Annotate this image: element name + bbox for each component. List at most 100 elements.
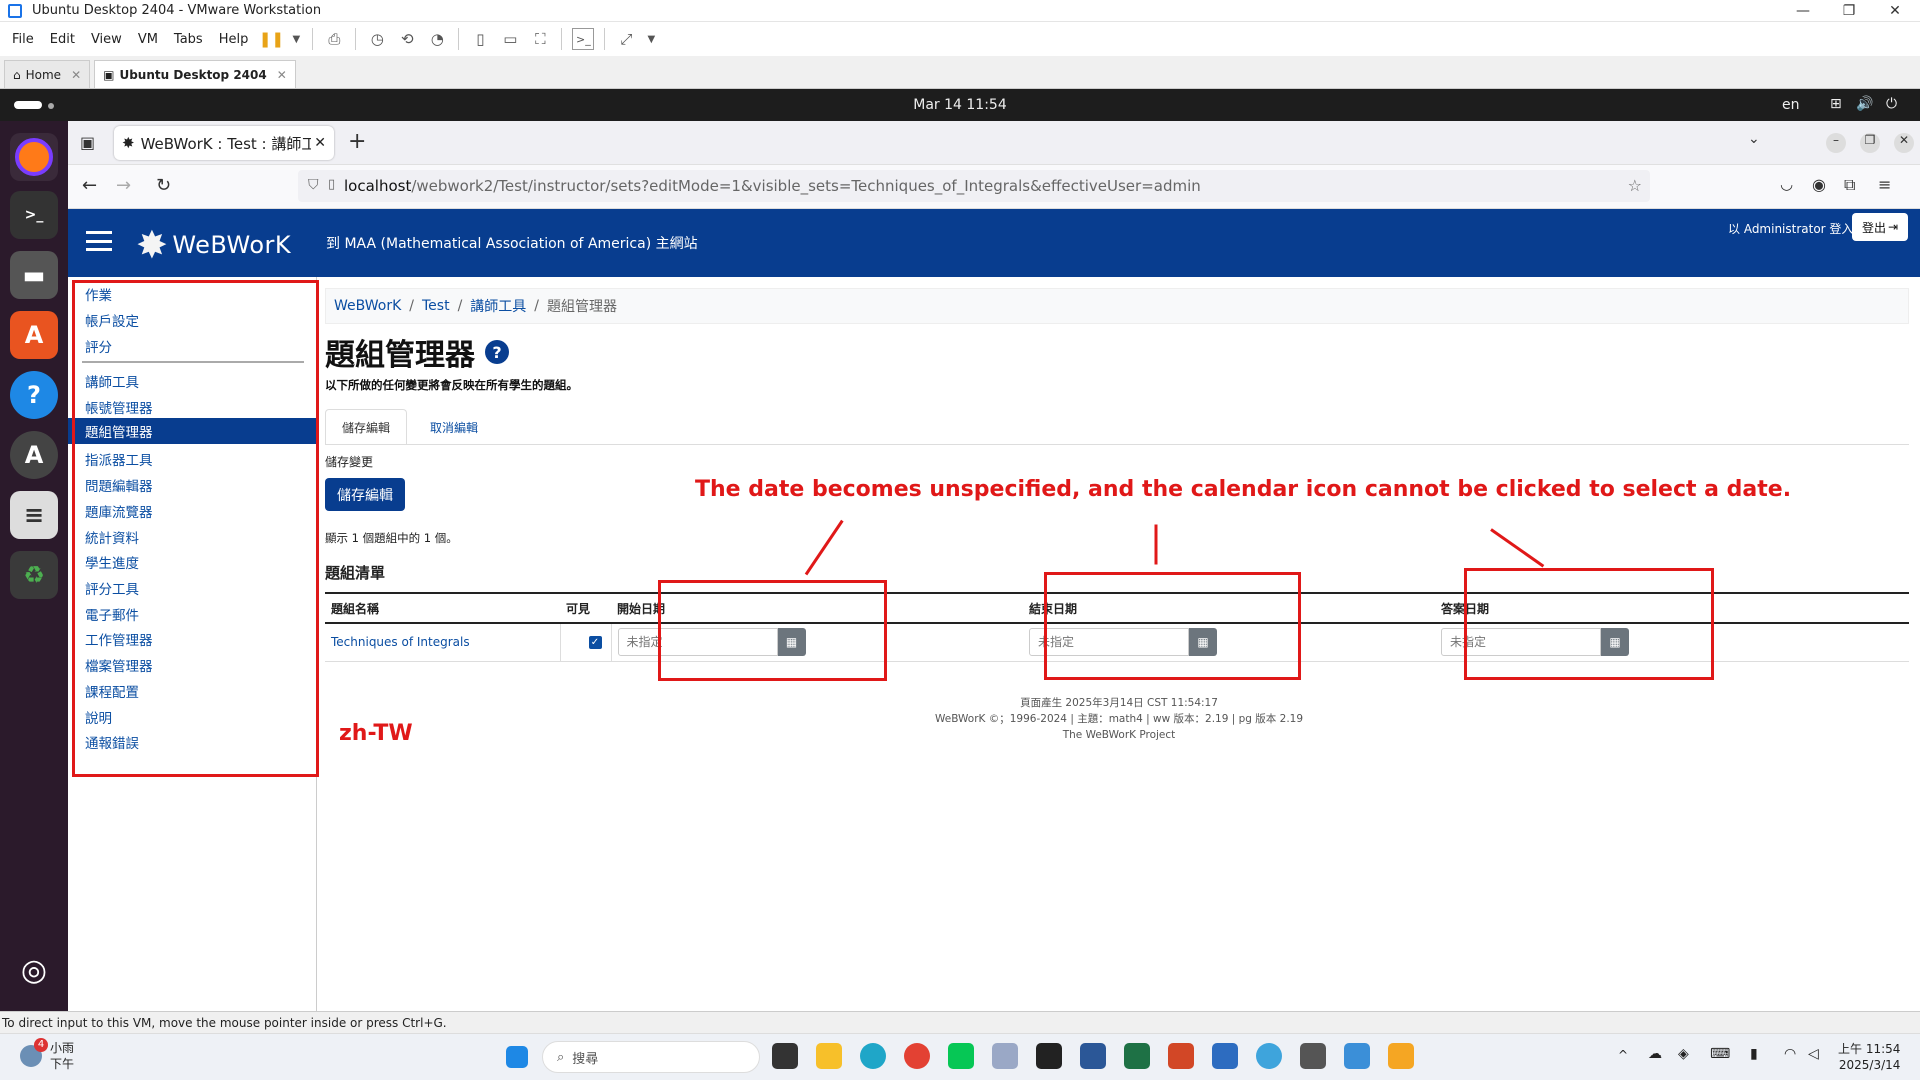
sidebar-toggle-icon[interactable]: ▯ — [469, 28, 491, 50]
excel-icon[interactable] — [1124, 1043, 1150, 1069]
tray-app-icon[interactable]: ◈ — [1678, 1046, 1689, 1062]
menu-icon[interactable]: ≡ — [1878, 175, 1891, 194]
close-icon[interactable]: ✕ — [277, 68, 287, 82]
extensions-icon[interactable]: ⧉ — [1844, 175, 1855, 195]
menu-file[interactable]: File — [4, 32, 42, 47]
close-icon[interactable]: ✕ — [1872, 0, 1918, 22]
thumbnail-bar-icon[interactable]: ▭ — [499, 28, 521, 50]
visible-checkbox[interactable]: ✓ — [588, 635, 602, 649]
snapshot-icon[interactable]: ◷ — [366, 28, 388, 50]
shield-icon[interactable]: ⛉ — [308, 177, 319, 193]
console-icon[interactable]: >_ — [572, 28, 595, 50]
weather-widget[interactable]: 4 小雨 下午 — [20, 1038, 74, 1072]
page-info-icon[interactable]: ▯ — [328, 177, 335, 192]
maa-site-link[interactable]: 到 MAA (Mathematical Association of Ameri… — [326, 233, 698, 253]
fullscreen-icon[interactable]: ⛶ — [529, 28, 551, 50]
pause-icon[interactable]: ❚❚ — [259, 28, 284, 50]
snapshot-manager-icon[interactable]: ◔ — [426, 28, 448, 50]
chevron-down-icon[interactable]: ▼ — [290, 28, 302, 50]
header-visible[interactable]: 可見 — [560, 592, 611, 624]
input-language[interactable]: en — [1782, 97, 1800, 113]
menu-help[interactable]: Help — [211, 32, 257, 47]
windows-start-icon[interactable] — [506, 1046, 528, 1068]
tray-ime-icon[interactable]: ⌨ — [1710, 1046, 1730, 1062]
chevron-down-icon[interactable]: ▼ — [645, 28, 657, 50]
breadcrumb-test[interactable]: Test — [422, 298, 450, 314]
minimize-icon[interactable]: — — [1780, 0, 1826, 22]
stretch-icon[interactable]: ⤢ — [615, 28, 637, 50]
logout-button[interactable]: 登出 ⇥ — [1852, 213, 1908, 241]
task-view-icon[interactable] — [772, 1043, 798, 1069]
pocket-icon[interactable]: ◡ — [1780, 175, 1793, 193]
breadcrumb-instructor-tools[interactable]: 講師工具 — [470, 296, 526, 316]
menu-tabs[interactable]: Tabs — [166, 32, 211, 47]
close-icon[interactable]: ✕ — [1894, 133, 1914, 153]
app-icon[interactable] — [1256, 1043, 1282, 1069]
volume-icon[interactable]: 🔊 — [1856, 96, 1873, 112]
send-ctrl-alt-del-icon[interactable]: ⎙ — [323, 28, 345, 50]
wifi-icon[interactable]: ◠ — [1784, 1046, 1796, 1062]
account-icon[interactable]: ◉ — [1812, 175, 1826, 194]
app-icon[interactable] — [1036, 1043, 1062, 1069]
tray-clock[interactable]: 上午 11:54 2025/3/14 — [1838, 1041, 1900, 1073]
software-updater-icon[interactable]: A — [10, 431, 58, 479]
new-tab-button[interactable]: + — [348, 129, 366, 154]
menu-edit[interactable]: Edit — [42, 32, 83, 47]
close-icon[interactable]: ✕ — [71, 68, 81, 82]
bookmark-star-icon[interactable]: ☆ — [1628, 176, 1642, 195]
tab-home[interactable]: ⌂ Home ✕ — [4, 60, 91, 88]
trash-icon[interactable]: ♻ — [10, 551, 58, 599]
restore-icon[interactable]: ❐ — [1860, 133, 1880, 153]
tray-onedrive-icon[interactable]: ☁ — [1648, 1046, 1662, 1062]
restore-icon[interactable]: ❐ — [1826, 0, 1872, 22]
taskbar-search[interactable]: ⌕ 搜尋 — [542, 1041, 760, 1073]
firefox-icon[interactable] — [10, 133, 58, 181]
browser-tab-webwork[interactable]: ✸ WeBWorK : Test : 講師工具 ✕ — [114, 126, 334, 160]
chrome-icon[interactable] — [904, 1043, 930, 1069]
network-icon[interactable]: ⊞ — [1830, 96, 1842, 112]
footer-project[interactable]: The WeBWorK Project — [318, 727, 1920, 743]
word-icon[interactable] — [1080, 1043, 1106, 1069]
list-tabs-icon[interactable]: ⌄ — [1748, 131, 1760, 147]
tray-chevron-icon[interactable]: ^ — [1618, 1048, 1628, 1062]
save-edit-button[interactable]: 儲存編輯 — [325, 478, 405, 511]
menu-view[interactable]: View — [83, 32, 130, 47]
tab-cancel-edit[interactable]: 取消編輯 — [413, 409, 495, 445]
text-editor-icon[interactable]: ≡ — [10, 491, 58, 539]
line-icon[interactable] — [948, 1043, 974, 1069]
powerpoint-icon[interactable] — [1168, 1043, 1194, 1069]
help-app-icon[interactable]: ? — [10, 371, 58, 419]
speaker-icon[interactable]: ◁ — [1808, 1046, 1819, 1062]
reload-icon[interactable]: ↻ — [156, 175, 171, 196]
files-icon[interactable]: ▬ — [10, 251, 58, 299]
calculator-icon[interactable] — [1300, 1043, 1326, 1069]
help-icon[interactable]: ? — [485, 340, 509, 364]
terminal-icon[interactable]: >_ — [10, 191, 58, 239]
url-bar[interactable]: ⛉ ▯ localhost /webwork2/Test/instructor/… — [298, 170, 1650, 202]
app-icon[interactable] — [1344, 1043, 1370, 1069]
forward-icon[interactable]: → — [116, 175, 131, 196]
breadcrumb-webwork[interactable]: WeBWorK — [334, 298, 401, 314]
tab-ubuntu-desktop[interactable]: ▣ Ubuntu Desktop 2404 ✕ — [94, 60, 296, 88]
tab-save-edit[interactable]: 儲存編輯 — [325, 409, 407, 445]
app-center-icon[interactable]: A — [10, 311, 58, 359]
revert-snapshot-icon[interactable]: ⟲ — [396, 28, 418, 50]
tray-app-icon[interactable]: ▮ — [1750, 1046, 1758, 1062]
show-apps-icon[interactable]: ◎ — [10, 946, 58, 994]
webwork-logo[interactable]: ✸ WeBWorK — [136, 223, 291, 267]
close-icon[interactable]: ✕ — [314, 135, 326, 151]
hamburger-menu-icon[interactable] — [86, 231, 112, 251]
tab-overview-icon[interactable]: ▣ — [80, 133, 95, 152]
minimize-icon[interactable]: – — [1826, 133, 1846, 153]
notepad-icon[interactable] — [1212, 1043, 1238, 1069]
app-icon[interactable] — [992, 1043, 1018, 1069]
set-name-link[interactable]: Techniques of Integrals — [325, 623, 561, 662]
vmware-taskbar-icon[interactable] — [1388, 1043, 1414, 1069]
file-explorer-icon[interactable] — [816, 1043, 842, 1069]
menu-vm[interactable]: VM — [130, 32, 166, 47]
header-set-name[interactable]: 題組名稱 — [325, 592, 560, 624]
edge-icon[interactable] — [860, 1043, 886, 1069]
ubuntu-clock[interactable]: Mar 14 11:54 — [0, 97, 1920, 113]
back-icon[interactable]: ← — [82, 175, 97, 196]
power-icon[interactable]: ⏻ — [1886, 96, 1897, 112]
